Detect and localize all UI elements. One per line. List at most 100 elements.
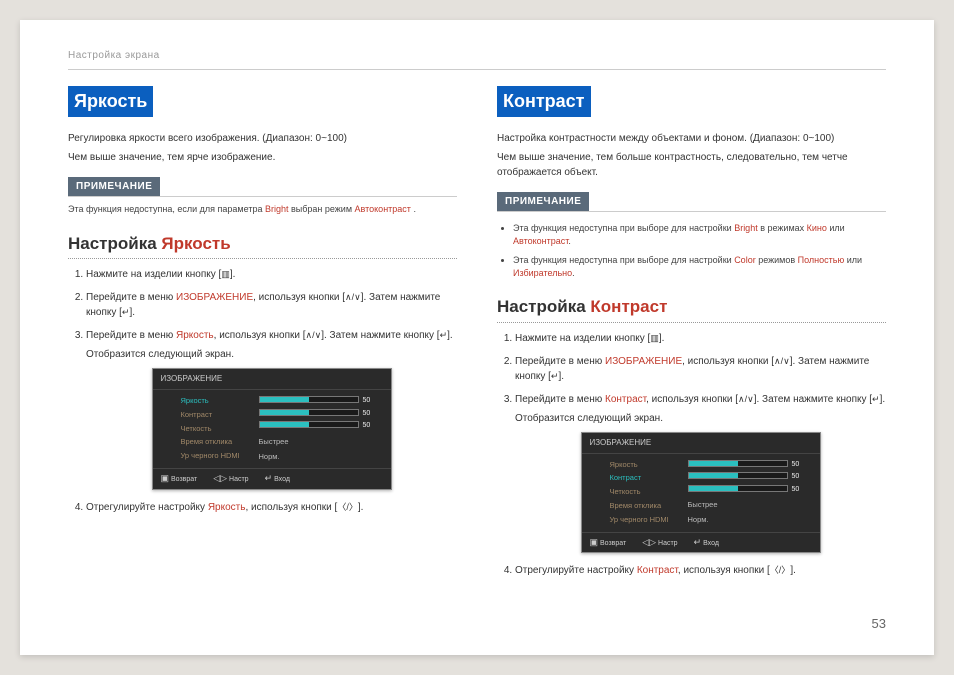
intro-text: Чем выше значение, тем больше контрастно… [497,150,886,180]
osd-footer-item: ▣ Возврат [590,536,627,550]
step-text: Отрегулируйте настройку [86,502,208,513]
step-item: Отрегулируйте настройку Контраст, исполь… [515,563,886,578]
step-item: Перейдите в меню ИЗОБРАЖЕНИЕ, используя … [86,290,457,320]
menu-icon: ▥ [221,268,230,282]
osd-title: ИЗОБРАЖЕНИЕ [153,369,391,390]
step-item: Перейдите в меню Яркость, используя кноп… [86,328,457,490]
section-title-brightness: Яркость [68,86,153,117]
enter-icon: ↵ [440,329,448,343]
osd-screenshot-brightness: ИЗОБРАЖЕНИЕ Яркость Контраст Четкость Вр… [152,368,392,490]
page-header: Настройка экрана [68,50,886,70]
step-text: ]. [447,330,453,341]
enter-icon: ↵ [872,393,880,407]
note-text: или [844,255,862,265]
osd-footer-label: Вход [274,476,290,483]
step-item: Нажмите на изделии кнопку [▥]. [86,267,457,282]
osd-footer: ▣ Возврат ◁▷ Настр ↵ Вход [153,468,391,489]
step-highlight: ИЗОБРАЖЕНИЕ [605,356,682,367]
menu-icon: ▥ [650,332,659,346]
osd-value: 50 [792,472,800,483]
osd-footer: ▣ Возврат ◁▷ Настр ↵ Вход [582,532,820,553]
leftright-icon: 〈/〉 [337,501,358,515]
osd-footer-label: Возврат [600,540,626,547]
step-item: Отрегулируйте настройку Яркость, использ… [86,500,457,515]
note-text: . [568,236,571,246]
osd-slider [688,460,788,467]
note-bullets: Эта функция недоступна при выборе для на… [497,222,886,280]
subsection-prefix: Настройка [497,297,590,316]
updown-icon: ∧/∨ [774,355,790,369]
step-text: Нажмите на изделии кнопку [ [515,333,650,344]
osd-item-selected: Контраст [610,471,688,485]
step-highlight: Яркость [208,502,246,513]
osd-values: 50 50 50 Быстрее Норм. [259,394,387,464]
osd-slider [259,396,359,403]
osd-item: Четкость [181,422,259,436]
step-text: ]. [358,502,364,513]
osd-body: Яркость Контраст Четкость Время отклика … [153,390,391,468]
subsection-prefix: Настройка [68,234,161,253]
step-text: , используя кнопки [ [682,356,774,367]
osd-value: 50 [792,460,800,471]
step-item: Перейдите в меню ИЗОБРАЖЕНИЕ, используя … [515,354,886,384]
intro-text: Настройка контрастности между объектами … [497,131,886,146]
osd-values: 50 50 50 Быстрее Норм. [688,458,816,528]
osd-footer-label: Настр [229,476,249,483]
step-subtext: Отобразится следующий экран. [515,411,886,426]
note-highlight: Избирательно [513,268,572,278]
right-column: Контраст Настройка контрастности между о… [497,86,886,586]
osd-slider [259,409,359,416]
osd-footer-item: ↵ Вход [694,536,719,550]
osd-value: Быстрее [688,497,816,512]
osd-item: Четкость [610,485,688,499]
osd-slider [259,421,359,428]
osd-labels: Яркость Контраст Четкость Время отклика … [181,394,259,464]
page-number: 53 [872,616,886,631]
osd-footer-label: Возврат [171,476,197,483]
note-text: выбран режим [291,204,355,214]
note-body: Эта функция недоступна, если для парамет… [68,196,457,217]
step-subtext: Отобразится следующий экран. [86,347,457,362]
osd-screenshot-contrast: ИЗОБРАЖЕНИЕ Яркость Контраст Четкость Вр… [581,432,821,554]
subsection-title: Настройка Контраст [497,294,886,323]
note-highlight: Color [734,255,756,265]
subsection-title: Настройка Яркость [68,231,457,260]
step-text: , используя кнопки [ [646,394,738,405]
step-highlight: ИЗОБРАЖЕНИЕ [176,292,253,303]
step-text: , используя кнопки [ [253,292,345,303]
osd-slider [688,472,788,479]
osd-body: Яркость Контраст Четкость Время отклика … [582,454,820,532]
two-column-layout: Яркость Регулировка яркости всего изобра… [68,86,886,586]
note-text: Эта функция недоступна при выборе для на… [513,223,734,233]
osd-value: 50 [363,396,371,407]
osd-value: 50 [363,409,371,420]
step-text: ]. [790,565,796,576]
osd-value: Норм. [688,512,816,527]
leftright-icon: 〈/〉 [770,564,791,578]
note-text: в режимах [758,223,807,233]
updown-icon: ∧/∨ [738,393,754,407]
step-highlight: Контраст [637,565,678,576]
osd-footer-item: ↵ Вход [265,472,290,486]
note-bullet: Эта функция недоступна при выборе для на… [513,222,886,248]
enter-icon: ↵ [694,536,702,550]
step-text: ]. Затем нажмите кнопку [ [754,394,872,405]
osd-slider [688,485,788,492]
step-text: , используя кнопки [ [214,330,306,341]
step-text: , используя кнопки [ [245,502,337,513]
note-body: Эта функция недоступна при выборе для на… [497,211,886,280]
subsection-highlight: Контраст [590,297,667,316]
note-text: режимов [756,255,798,265]
note-highlight: Автоконтраст [513,236,568,246]
note-bullet: Эта функция недоступна при выборе для на… [513,254,886,280]
note-text: или [827,223,845,233]
step-text: ]. [880,394,886,405]
note-highlight: Кино [807,223,827,233]
note-badge: ПРИМЕЧАНИЕ [68,177,160,196]
step-item: Перейдите в меню Контраст, используя кно… [515,392,886,554]
step-text: ]. [558,371,564,382]
osd-value: 50 [363,421,371,432]
step-text: ]. [129,307,135,318]
note-highlight: Bright [265,204,289,214]
note-text: Эта функция недоступна при выборе для на… [513,255,734,265]
